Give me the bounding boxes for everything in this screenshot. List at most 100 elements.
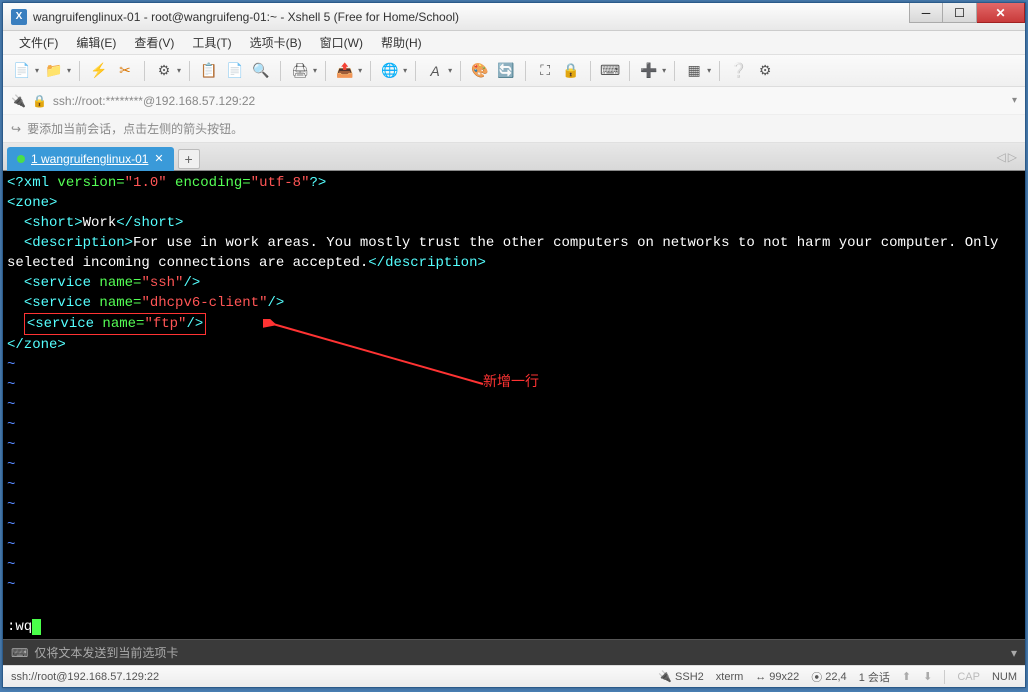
dropdown-icon[interactable]: ▾ [67, 66, 71, 75]
tip-text: 要添加当前会话，点击左侧的箭头按钮。 [27, 120, 243, 137]
status-proto: 🔌SSH2 [658, 670, 703, 683]
properties-icon[interactable]: ⚙ [153, 60, 175, 82]
status-up-icon[interactable]: ⬆ [902, 670, 911, 683]
menu-edit[interactable]: 编辑(E) [68, 31, 124, 54]
app-icon: X [11, 9, 27, 25]
tilde-line: ~ [7, 355, 1021, 375]
disconnect-icon[interactable]: ✂ [114, 60, 136, 82]
inputbar[interactable]: ⌨ 仅将文本发送到当前选项卡 ▾ [3, 639, 1025, 665]
tilde-line: ~ [7, 555, 1021, 575]
status-term: xterm [716, 671, 744, 683]
xml-line: </zone> [7, 335, 1021, 355]
refresh-icon[interactable]: 🔄 [495, 60, 517, 82]
fullscreen-icon[interactable]: ⛶ [534, 60, 556, 82]
status-sessions: 1 会话 [859, 669, 890, 685]
menu-window[interactable]: 窗口(W) [312, 31, 371, 54]
addressbar[interactable]: 🔌 🔒 ssh://root:********@192.168.57.129:2… [3, 87, 1025, 115]
xml-line: <?xml version="1.0" encoding="utf-8"?> [7, 173, 1021, 193]
dropdown-icon[interactable]: ▾ [403, 66, 407, 75]
tipbar: ↪ 要添加当前会话，点击左侧的箭头按钮。 [3, 115, 1025, 143]
titlebar[interactable]: X wangruifenglinux-01 - root@wangruifeng… [3, 3, 1025, 31]
separator [719, 61, 720, 81]
status-down-icon[interactable]: ⬇ [923, 670, 932, 683]
input-dropdown-icon[interactable]: ▾ [1011, 646, 1017, 660]
command-line: :wq [7, 617, 41, 637]
tilde-line: ~ [7, 375, 1021, 395]
xml-line: <zone> [7, 193, 1021, 213]
paste-icon[interactable]: 📄 [224, 60, 246, 82]
separator [525, 61, 526, 81]
keyboard-icon[interactable]: ⌨ [599, 60, 621, 82]
color-icon[interactable]: 🎨 [469, 60, 491, 82]
plug-icon: 🔌 [11, 94, 26, 108]
main-window: X wangruifenglinux-01 - root@wangruifeng… [2, 2, 1026, 688]
toolbar: 📄▾ 📁▾ ⚡ ✂ ⚙▾ 📋 📄 🔍 🖨▾ 📤▾ 🌐▾ A▾ 🎨 🔄 ⛶ 🔒 ⌨… [3, 55, 1025, 87]
xml-line: <service name="dhcpv6-client"/> [7, 293, 1021, 313]
status-connection: ssh://root@192.168.57.129:22 [11, 671, 658, 683]
help-icon[interactable]: ❔ [728, 60, 750, 82]
input-placeholder[interactable]: 仅将文本发送到当前选项卡 [34, 644, 1005, 661]
dropdown-icon[interactable]: ▾ [448, 66, 452, 75]
tab-prev-icon[interactable]: ◁ [997, 150, 1006, 164]
copy-icon[interactable]: 📋 [198, 60, 220, 82]
menu-help[interactable]: 帮助(H) [373, 31, 430, 54]
tab-session-1[interactable]: 1 wangruifenglinux-01 ✕ [7, 147, 174, 171]
menu-file[interactable]: 文件(F) [11, 31, 66, 54]
address-text[interactable]: ssh://root:********@192.168.57.129:22 [53, 94, 1006, 108]
status-num: NUM [992, 671, 1017, 683]
settings-icon[interactable]: ⚙ [754, 60, 776, 82]
maximize-button[interactable]: ☐ [943, 3, 977, 23]
dropdown-icon[interactable]: ▾ [313, 66, 317, 75]
separator [460, 61, 461, 81]
separator [415, 61, 416, 81]
tip-arrow-icon[interactable]: ↪ [11, 122, 21, 136]
status-size: ↔99x22 [755, 671, 799, 683]
close-button[interactable]: ✕ [977, 3, 1025, 23]
cursor-icon [32, 619, 41, 635]
menu-view[interactable]: 查看(V) [126, 31, 182, 54]
lock-icon[interactable]: 🔒 [560, 60, 582, 82]
status-pos: ⦿22,4 [811, 669, 846, 685]
minimize-button[interactable]: ─ [909, 3, 943, 23]
menubar: 文件(F) 编辑(E) 查看(V) 工具(T) 选项卡(B) 窗口(W) 帮助(… [3, 31, 1025, 55]
tilde-line: ~ [7, 515, 1021, 535]
separator [674, 61, 675, 81]
separator [944, 670, 945, 684]
separator [629, 61, 630, 81]
new-session-icon[interactable]: 📄 [11, 60, 33, 82]
separator [370, 61, 371, 81]
tilde-line: ~ [7, 455, 1021, 475]
tab-next-icon[interactable]: ▷ [1008, 150, 1017, 164]
separator [325, 61, 326, 81]
status-dot-icon [17, 155, 25, 163]
tilde-line: ~ [7, 395, 1021, 415]
titlebar-text: wangruifenglinux-01 - root@wangruifeng-0… [33, 10, 459, 24]
dropdown-icon[interactable]: ▾ [35, 66, 39, 75]
tab-add-button[interactable]: + [178, 149, 200, 169]
search-icon[interactable]: 🔍 [250, 60, 272, 82]
menu-tabs[interactable]: 选项卡(B) [242, 31, 310, 54]
separator [590, 61, 591, 81]
layout-icon[interactable]: ▦ [683, 60, 705, 82]
tab-close-icon[interactable]: ✕ [154, 152, 163, 165]
xml-line: <service name="ssh"/> [7, 273, 1021, 293]
font-icon[interactable]: A [424, 60, 446, 82]
tab-nav: ◁ ▷ [997, 150, 1017, 164]
terminal[interactable]: <?xml version="1.0" encoding="utf-8"?> <… [3, 171, 1025, 639]
dropdown-icon[interactable]: ▾ [662, 66, 666, 75]
tilde-line: ~ [7, 475, 1021, 495]
reconnect-icon[interactable]: ⚡ [88, 60, 110, 82]
dropdown-icon[interactable]: ▾ [358, 66, 362, 75]
window-controls: ─ ☐ ✕ [909, 3, 1025, 23]
menu-tools[interactable]: 工具(T) [184, 31, 239, 54]
dropdown-icon[interactable]: ▾ [177, 66, 181, 75]
dropdown-icon[interactable]: ▾ [1012, 95, 1017, 106]
transfer-icon[interactable]: 📤 [334, 60, 356, 82]
open-folder-icon[interactable]: 📁 [43, 60, 65, 82]
xml-line: <short>Work</short> [7, 213, 1021, 233]
print-icon[interactable]: 🖨 [289, 60, 311, 82]
dropdown-icon[interactable]: ▾ [707, 66, 711, 75]
add-icon[interactable]: ➕ [638, 60, 660, 82]
globe-icon[interactable]: 🌐 [379, 60, 401, 82]
tilde-line: ~ [7, 575, 1021, 595]
